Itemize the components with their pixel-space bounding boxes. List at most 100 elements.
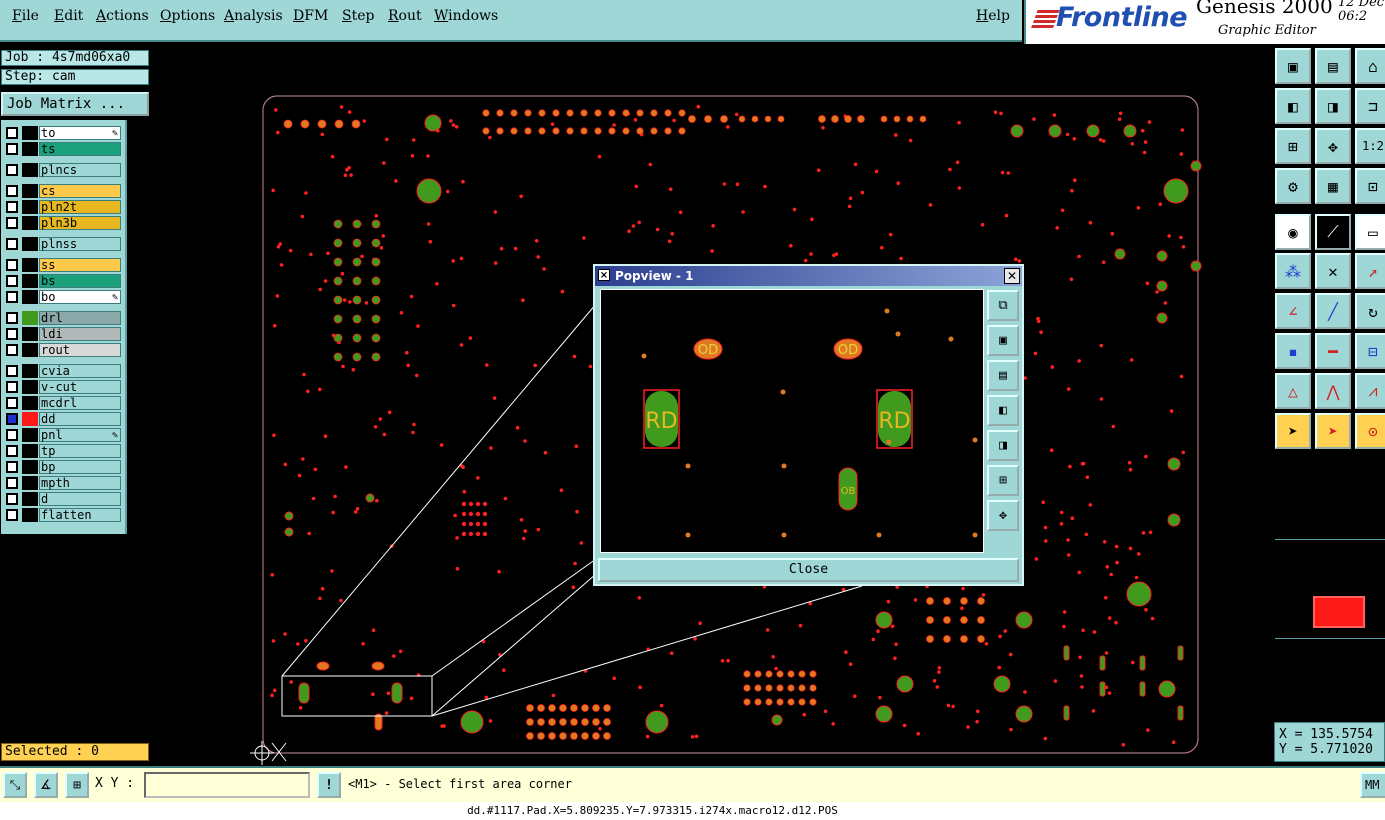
layer-checkbox[interactable] (6, 185, 18, 197)
layer-name[interactable]: dd (39, 412, 121, 426)
layer-checkbox[interactable] (6, 259, 18, 271)
layer-name[interactable]: mcdrl (39, 396, 121, 410)
line-icon[interactable]: ╱ (1315, 293, 1351, 329)
layer-row-to[interactable]: to ✎ (4, 126, 122, 140)
layer-color-swatch[interactable] (22, 163, 38, 177)
layer-name[interactable]: drl (39, 311, 121, 325)
layer-checkbox[interactable] (6, 429, 18, 441)
pan-up-icon[interactable]: ▣ (987, 325, 1019, 356)
layer-color-swatch[interactable] (22, 258, 38, 272)
slope-icon[interactable]: ⩘ (1355, 373, 1385, 409)
layer-row-cvia[interactable]: cvia (4, 364, 122, 378)
popview-titlebar[interactable]: ⨯ Popview - 1 ✕ (595, 266, 1022, 286)
layer-color-swatch[interactable] (22, 274, 38, 288)
layer-name[interactable]: cvia (39, 364, 121, 378)
layer-color-swatch[interactable] (22, 460, 38, 474)
layer-checkbox[interactable] (6, 381, 18, 393)
layer-color-swatch[interactable] (22, 364, 38, 378)
layer-checkbox[interactable] (6, 509, 18, 521)
xy-input[interactable] (144, 772, 310, 798)
popview-close-button[interactable]: Close (598, 558, 1019, 582)
layer-row-d[interactable]: d (4, 492, 122, 506)
close-icon[interactable]: ✕ (1004, 268, 1020, 284)
move-point-icon[interactable]: ↗ (1355, 253, 1385, 289)
layer-color-swatch[interactable] (22, 343, 38, 357)
layer-checkbox[interactable] (6, 461, 18, 473)
layer-name[interactable]: pnl ✎ (39, 428, 121, 442)
snap-icon[interactable]: ⊡ (1355, 168, 1385, 204)
grid-snap-icon[interactable]: ⊞ (65, 772, 89, 798)
zoom-in-icon[interactable]: ⧉ (987, 290, 1019, 321)
layer-checkbox[interactable] (6, 445, 18, 457)
menu-analysis[interactable]: Analysis (224, 8, 283, 24)
layer-checkbox[interactable] (6, 312, 18, 324)
layer-color-swatch[interactable] (22, 444, 38, 458)
zoom-area-icon[interactable]: ⤡ (3, 772, 27, 798)
layer-name[interactable]: cs (39, 184, 121, 198)
zoom-fit-icon[interactable]: ⊞ (1275, 128, 1311, 164)
layer-color-swatch[interactable] (22, 311, 38, 325)
popview-viewport[interactable]: RD RD OD OD OB (600, 289, 984, 553)
pointer-circle-icon[interactable]: ⊙ (1355, 413, 1385, 449)
layer-row-pnl[interactable]: pnl ✎ (4, 428, 122, 442)
pan-down-icon[interactable]: ▤ (1315, 48, 1351, 84)
layer-color-swatch[interactable] (22, 476, 38, 490)
menu-dfm[interactable]: DFM (293, 8, 328, 24)
layer-name[interactable]: tp (39, 444, 121, 458)
layer-row-ldi[interactable]: ldi (4, 327, 122, 341)
layer-row-dd[interactable]: dd (4, 412, 122, 426)
layer-row-flatten[interactable]: flatten (4, 508, 122, 522)
overview-viewport[interactable] (1313, 596, 1365, 628)
pointer-icon[interactable]: ➤ (1275, 413, 1311, 449)
layer-color-swatch[interactable] (22, 327, 38, 341)
layer-name[interactable]: flatten (39, 508, 121, 522)
layer-row-plncs[interactable]: plncs (4, 163, 122, 177)
triangle-icon[interactable]: △ (1275, 373, 1311, 409)
menu-file[interactable]: File (12, 8, 39, 24)
connect-icon[interactable]: ⁂ (1275, 253, 1311, 289)
layer-name[interactable]: rout (39, 343, 121, 357)
layer-checkbox[interactable] (6, 164, 18, 176)
pan-right-icon[interactable]: ◨ (1315, 88, 1351, 124)
layer-color-swatch[interactable] (22, 200, 38, 214)
zoom-center-icon[interactable]: ✥ (987, 500, 1019, 531)
pointer-select-icon[interactable]: ➤ (1315, 413, 1351, 449)
layer-name[interactable]: ldi (39, 327, 121, 341)
dimension-icon[interactable]: ⊟ (1355, 333, 1385, 369)
layer-name[interactable]: bo ✎ (39, 290, 121, 304)
overview-map[interactable] (1275, 539, 1385, 639)
angle-icon[interactable]: ∠ (1275, 293, 1311, 329)
layer-name[interactable]: pln3b (39, 216, 121, 230)
layer-color-swatch[interactable] (22, 508, 38, 522)
menu-options[interactable]: Options (160, 8, 215, 24)
pad-icon[interactable]: ▪ (1275, 333, 1311, 369)
layer-color-swatch[interactable] (22, 126, 38, 140)
layer-name[interactable]: bp (39, 460, 121, 474)
layer-row-bp[interactable]: bp (4, 460, 122, 474)
zoom-window-icon[interactable]: ⊐ (1355, 88, 1385, 124)
pan-right-icon[interactable]: ◨ (987, 430, 1019, 461)
layer-checkbox[interactable] (6, 291, 18, 303)
layer-name[interactable]: bs (39, 274, 121, 288)
snap-angle-icon[interactable]: ∡ (34, 772, 58, 798)
layer-row-cs[interactable]: cs (4, 184, 122, 198)
layer-row-mpth[interactable]: mpth (4, 476, 122, 490)
menu-actions[interactable]: Actions (96, 8, 149, 24)
pan-up-icon[interactable]: ▣ (1275, 48, 1311, 84)
layer-row-bo[interactable]: bo ✎ (4, 290, 122, 304)
layer-row-mcdrl[interactable]: mcdrl (4, 396, 122, 410)
menu-step[interactable]: Step (342, 8, 374, 24)
delete-point-icon[interactable]: ✕ (1315, 253, 1351, 289)
menu-windows[interactable]: Windows (434, 8, 498, 24)
layer-color-swatch[interactable] (22, 290, 38, 304)
layer-checkbox[interactable] (6, 413, 18, 425)
layer-checkbox[interactable] (6, 344, 18, 356)
layer-row-pln2t[interactable]: pln2t (4, 200, 122, 214)
layer-checkbox[interactable] (6, 143, 18, 155)
horizontal-line-icon[interactable]: ━ (1315, 333, 1351, 369)
layer-name[interactable]: ts (39, 142, 121, 156)
arrow-up-icon[interactable]: ⋀ (1315, 373, 1351, 409)
grid-icon[interactable]: ▦ (1315, 168, 1351, 204)
layer-color-swatch[interactable] (22, 396, 38, 410)
layer-color-swatch[interactable] (22, 237, 38, 251)
